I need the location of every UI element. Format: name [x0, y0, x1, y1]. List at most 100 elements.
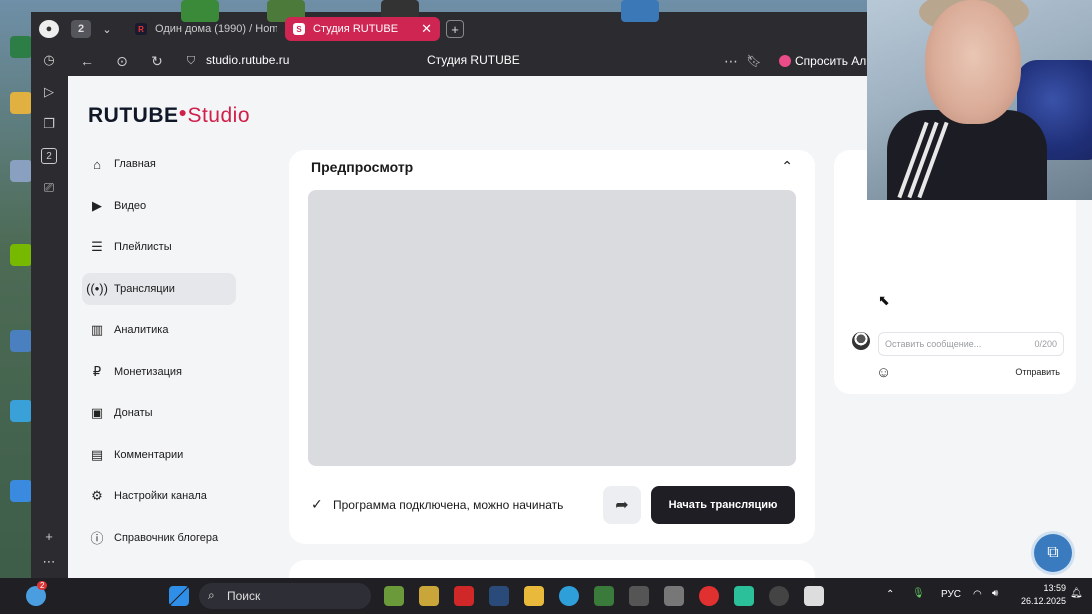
search-label: Поиск	[227, 589, 261, 603]
yandex-browser-icon[interactable]	[699, 586, 719, 606]
app-icon[interactable]	[664, 586, 684, 606]
url-field[interactable]: studio.rutube.ru	[206, 53, 289, 67]
desktop-icon[interactable]	[10, 330, 32, 352]
wallet-icon: ▣	[90, 405, 104, 420]
close-tab-icon[interactable]: ✕	[421, 21, 432, 37]
sidebar-item-label: Видео	[114, 199, 147, 212]
tool-icon[interactable]	[629, 586, 649, 606]
mouse-cursor-icon: ⬉	[878, 292, 890, 308]
tab-home-alone[interactable]: R Один дома (1990) / Home	[127, 17, 277, 41]
play-icon[interactable]: ▷	[41, 84, 57, 100]
taskbar: 2 ⌕ Поиск ⌃ 🎙︎ РУС ◠ 🔊︎ 13:59 26.12.2025…	[0, 578, 1092, 614]
vpn-icon[interactable]	[734, 586, 754, 606]
sidebar-item-blogger-guide[interactable]: ⓘ Справочник блогера	[82, 522, 236, 554]
yandex-icon[interactable]	[454, 586, 474, 606]
shield-icon[interactable]: ⛉	[181, 51, 201, 71]
char-counter: 0/200	[1034, 339, 1057, 349]
sidebar-item-label: Трансляции	[114, 282, 175, 295]
sidebar-item-playlists[interactable]: ☰ Плейлисты	[82, 231, 236, 263]
back-icon[interactable]: ←	[77, 51, 97, 71]
rutube-studio-logo[interactable]: RUTUBE●Studio	[88, 104, 250, 128]
microphone-icon[interactable]: 🎙︎	[912, 588, 925, 599]
speaker-icon[interactable]: 🔊︎	[992, 588, 998, 599]
windows-start-icon[interactable]	[169, 586, 189, 606]
desktop-icon[interactable]	[10, 480, 32, 502]
check-icon: ✓	[311, 496, 323, 512]
collections-icon[interactable]: ❐	[41, 116, 57, 132]
chat-bubble-icon: ⧉	[1047, 544, 1059, 561]
broadcast-icon: ((•))	[86, 281, 108, 296]
chevron-down-icon[interactable]: ⌄	[97, 20, 117, 38]
bookmark-icon[interactable]: 🔖︎	[744, 51, 764, 71]
desktop-icon[interactable]	[10, 36, 32, 58]
add-icon[interactable]: +	[41, 528, 57, 544]
clock[interactable]: 13:59 26.12.2025	[1018, 582, 1066, 608]
taskbar-search[interactable]: ⌕ Поиск	[199, 583, 371, 609]
sidebar-item-broadcasts[interactable]: ((•)) Трансляции	[82, 272, 236, 305]
yandex-icon[interactable]: ⊙	[112, 51, 132, 71]
tab-title: Студия RUTUBE	[313, 23, 399, 35]
wifi-icon[interactable]: ◠	[973, 589, 982, 600]
sidebar-item-label: Монетизация	[114, 365, 182, 378]
connection-status: Программа подключена, можно начинать	[333, 498, 564, 512]
sidebar-nav: ⌂ Главная ▶ Видео ☰ Плейлисты ((•)) Тран…	[82, 148, 236, 563]
sidebar-item-label: Главная	[114, 158, 156, 170]
webcam-person-face	[925, 0, 1021, 124]
tab-title: Один дома (1990) / Home	[155, 23, 277, 35]
desktop-icon[interactable]	[10, 160, 32, 182]
sidebar-item-comments[interactable]: ▤ Комментарии	[82, 439, 236, 471]
logo-product: Studio	[187, 104, 251, 127]
gear-icon: ⚙	[91, 488, 103, 503]
tab-count-badge[interactable]: 2	[71, 20, 91, 38]
app-icon[interactable]	[419, 586, 439, 606]
desktop-icon[interactable]	[10, 400, 32, 422]
start-broadcast-button[interactable]: Начать трансляцию	[651, 486, 795, 524]
emoji-icon[interactable]: ☺	[876, 364, 891, 381]
notepad-icon[interactable]	[804, 586, 824, 606]
video-preview	[308, 190, 796, 466]
studio-favicon-icon: S	[293, 23, 305, 35]
sidebar-item-analytics[interactable]: ▥ Аналитика	[82, 314, 236, 346]
game-icon[interactable]	[594, 586, 614, 606]
send-button[interactable]: Отправить	[1015, 367, 1060, 377]
more-icon[interactable]: ⋯	[721, 51, 741, 71]
avatar	[852, 332, 870, 350]
more-icon[interactable]: ⋯	[41, 554, 57, 570]
notification-badge: 2	[37, 581, 48, 590]
minecraft-icon[interactable]	[384, 586, 404, 606]
sidebar-item-label: Комментарии	[114, 448, 184, 461]
sidebar-item-label: Аналитика	[114, 324, 169, 336]
sidebar-item-monetization[interactable]: ₽ Монетизация	[82, 356, 236, 388]
tab-rutube-studio[interactable]: S Студия RUTUBE ✕	[285, 17, 440, 41]
edge-icon[interactable]	[559, 586, 579, 606]
language-indicator[interactable]: РУС	[941, 589, 961, 600]
history-icon[interactable]: ◷	[41, 52, 57, 68]
steam-icon[interactable]	[489, 586, 509, 606]
new-tab-button[interactable]: +	[446, 20, 464, 38]
chat-message-input[interactable]: Оставить сообщение... 0/200	[878, 332, 1064, 356]
chevron-up-icon[interactable]: ⌃	[886, 589, 894, 600]
browser-menu-icon[interactable]: ●	[39, 20, 59, 38]
reload-icon[interactable]: ↻	[147, 51, 167, 71]
sidebar-item-channel-settings[interactable]: ⚙ Настройки канала	[82, 480, 236, 512]
folder-icon[interactable]	[524, 586, 544, 606]
sidebar-item-video[interactable]: ▶ Видео	[82, 190, 236, 222]
ask-alice-button[interactable]: Спросить Ал	[773, 49, 874, 73]
share-button[interactable]: ➦	[603, 486, 641, 524]
browser-sidebar: ◷ ▷ ❐ 2 ⎚ + ⋯	[31, 46, 68, 578]
obs-icon[interactable]	[769, 586, 789, 606]
preview-card: Предпросмотр ⌃ ✓ Программа подключена, м…	[289, 150, 815, 544]
notification-bell-icon[interactable]: 🔔︎	[1070, 588, 1083, 599]
ruble-icon: ₽	[92, 363, 102, 379]
sidebar-item-label: Плейлисты	[114, 241, 172, 253]
screenshot-icon[interactable]: ⎚	[41, 180, 57, 196]
sidebar-item-home[interactable]: ⌂ Главная	[82, 148, 236, 180]
thumbnail-icon	[621, 0, 659, 22]
sidebar-item-donations[interactable]: ▣ Донаты	[82, 397, 236, 429]
chevron-up-icon[interactable]: ⌃	[781, 158, 793, 175]
tab-count-icon[interactable]: 2	[41, 148, 57, 164]
sidebar-item-label: Справочник блогера	[114, 531, 219, 544]
desktop-icon[interactable]	[10, 92, 32, 114]
desktop-icon[interactable]	[10, 244, 32, 266]
support-chat-button[interactable]: ⧉	[1034, 534, 1072, 572]
